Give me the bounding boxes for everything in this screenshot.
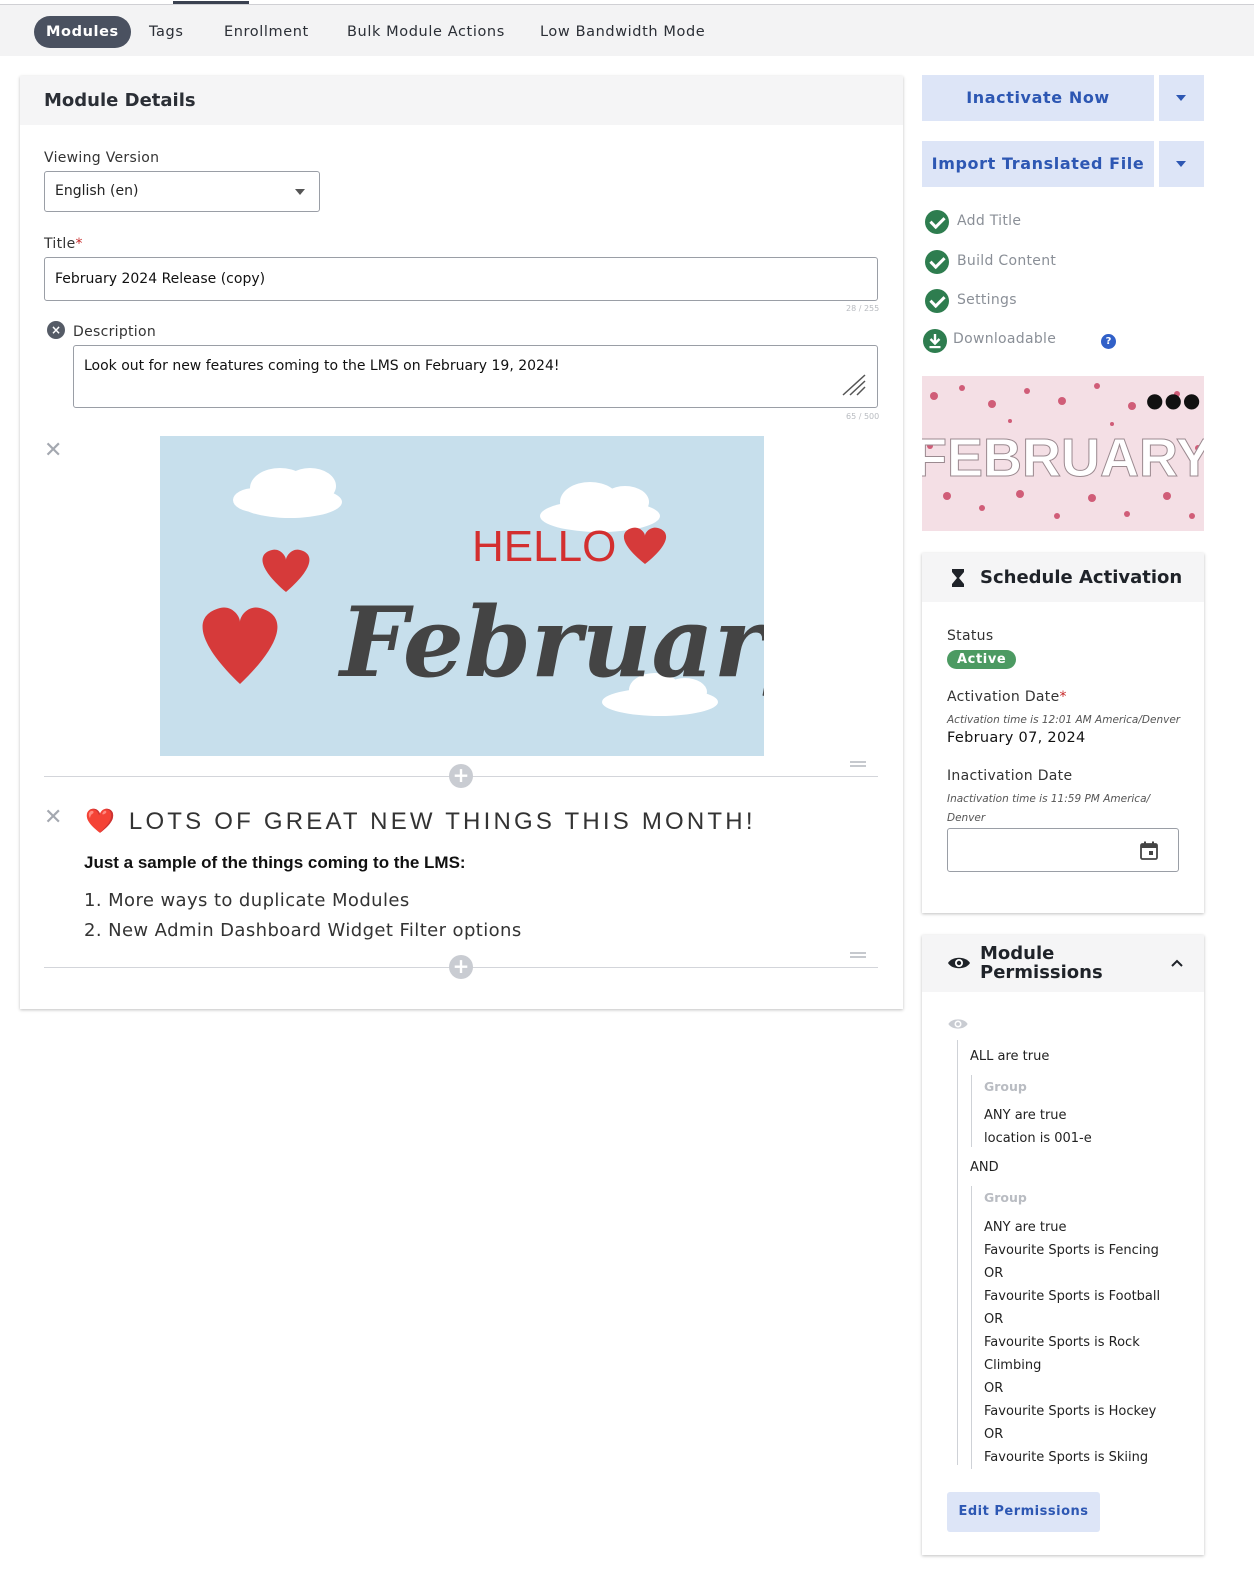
resize-handle-icon[interactable] <box>841 373 867 397</box>
feature-list: 1. More ways to duplicate Modules 2. New… <box>84 886 522 946</box>
eye-icon <box>948 957 970 969</box>
content-heading: ❤️ LOTS OF GREAT NEW THINGS THIS MONTH! <box>85 808 756 835</box>
list-item: 1. More ways to duplicate Modules <box>84 890 410 911</box>
nav-active-indicator <box>173 1 249 4</box>
top-navigation: Modules Tags Enrollment Bulk Module Acti… <box>0 1 1254 56</box>
remove-block-icon[interactable]: ✕ <box>44 440 62 462</box>
group-line <box>971 1186 972 1469</box>
tab-enrollment[interactable]: Enrollment <box>212 16 321 48</box>
check-circle-icon <box>925 289 949 313</box>
status-label: Status <box>947 628 994 644</box>
remove-description-icon[interactable]: × <box>47 321 65 339</box>
heart-icon: ❤️ <box>85 808 115 835</box>
permission-condition: Climbing <box>984 1358 1042 1373</box>
inactivation-date-input[interactable] <box>947 828 1179 872</box>
card-title: Module Details <box>20 76 903 125</box>
activation-hint: Activation time is 12:01 AM America/Denv… <box>947 714 1181 726</box>
group-rule: ANY are true <box>984 1220 1067 1235</box>
drag-handle-icon[interactable] <box>850 952 866 958</box>
chevron-down-icon <box>295 189 305 195</box>
required-asterisk: * <box>75 236 83 252</box>
remove-block-icon[interactable]: ✕ <box>44 807 62 829</box>
title-input[interactable]: February 2024 Release (copy) <box>44 257 878 301</box>
hello-february-image: HELLO February <box>160 436 764 756</box>
more-options-icon[interactable]: ●●● <box>1146 390 1201 410</box>
root-rule: ALL are true <box>970 1049 1050 1064</box>
description-textarea[interactable]: Look out for new features coming to the … <box>73 345 878 408</box>
import-options-chevron-icon[interactable] <box>1159 141 1204 187</box>
tab-tags[interactable]: Tags <box>137 16 196 48</box>
check-circle-icon <box>925 250 949 274</box>
hello-text: HELLO <box>472 522 616 571</box>
inactivation-date-label: Inactivation Date <box>947 768 1073 784</box>
add-block-button[interactable]: + <box>449 764 473 788</box>
title-char-counter: 28 / 255 <box>846 304 880 313</box>
permission-condition: Favourite Sports is Hockey <box>984 1404 1157 1419</box>
permission-condition: Favourite Sports is Fencing <box>984 1243 1159 1258</box>
february-script-text: February <box>337 586 764 699</box>
permission-condition: Favourite Sports is Skiing <box>984 1450 1149 1465</box>
group-label: Group <box>984 1190 1027 1205</box>
chevron-up-icon[interactable] <box>1170 959 1184 968</box>
drag-handle-icon[interactable] <box>850 761 866 767</box>
required-asterisk: * <box>1059 689 1067 705</box>
group-line <box>971 1075 972 1147</box>
inactivate-now-button[interactable]: Inactivate Now <box>922 75 1154 121</box>
status-badge: Active <box>947 650 1017 669</box>
schedule-activation-header: Schedule Activation <box>922 553 1204 602</box>
description-text: Look out for new features coming to the … <box>84 358 560 374</box>
inactivate-options-chevron-icon[interactable] <box>1159 75 1204 121</box>
help-icon[interactable]: ? <box>1101 334 1116 349</box>
tab-modules[interactable]: Modules <box>34 16 131 48</box>
activation-date-value: February 07, 2024 <box>947 730 1086 746</box>
module-details-card: Module Details Viewing Version English (… <box>20 76 903 1009</box>
permission-condition: Favourite Sports is Rock <box>984 1335 1140 1350</box>
viewing-version-label: Viewing Version <box>44 150 160 166</box>
rule-joiner: OR <box>984 1266 1004 1281</box>
visibility-eye-icon <box>948 1019 968 1029</box>
hero-illustration: HELLO February <box>202 468 764 716</box>
rule-joiner: OR <box>984 1427 1004 1442</box>
viewing-version-select[interactable]: English (en) <box>44 171 320 212</box>
tab-bulk-module-actions[interactable]: Bulk Module Actions <box>335 16 517 48</box>
title-label: Title* <box>44 236 83 252</box>
group-label: Group <box>984 1079 1027 1094</box>
calendar-icon[interactable] <box>1140 841 1158 860</box>
download-circle-icon <box>923 329 947 353</box>
schedule-activation-title: Schedule Activation <box>980 567 1183 588</box>
list-item: 2. New Admin Dashboard Widget Filter opt… <box>84 920 522 941</box>
module-permissions-panel: Module Permissions ALL are true Group AN… <box>922 935 1204 1555</box>
description-label: Description <box>73 324 157 340</box>
rule-tree-line <box>957 1040 958 1465</box>
edit-permissions-button[interactable]: Edit Permissions <box>947 1492 1100 1532</box>
activation-date-label: Activation Date* <box>947 689 1067 705</box>
rule-joiner: OR <box>984 1381 1004 1396</box>
schedule-activation-panel: Schedule Activation Status Active Activa… <box>922 553 1204 913</box>
viewing-version-value: English (en) <box>55 183 139 199</box>
rule-joiner: OR <box>984 1312 1004 1327</box>
import-translated-file-button[interactable]: Import Translated File <box>922 141 1154 187</box>
module-permissions-title: Module Permissions <box>980 943 1103 983</box>
add-block-button[interactable]: + <box>449 955 473 979</box>
description-char-counter: 65 / 500 <box>846 412 880 421</box>
module-permissions-header[interactable]: Module Permissions <box>922 935 1204 992</box>
check-circle-icon <box>925 210 949 234</box>
thumbnail-title: FEBRUARY <box>922 428 1204 488</box>
hourglass-icon <box>952 569 964 587</box>
group-rule: ANY are true <box>984 1108 1067 1123</box>
permission-condition: Favourite Sports is Football <box>984 1289 1161 1304</box>
content-subheading: Just a sample of the things coming to th… <box>84 853 466 872</box>
inactivation-hint: Inactivation time is 11:59 PM America/ D… <box>947 793 1151 824</box>
rule-joiner: AND <box>970 1160 999 1175</box>
permission-condition: location is 001-e <box>984 1131 1092 1146</box>
tab-low-bandwidth-mode[interactable]: Low Bandwidth Mode <box>528 16 717 48</box>
